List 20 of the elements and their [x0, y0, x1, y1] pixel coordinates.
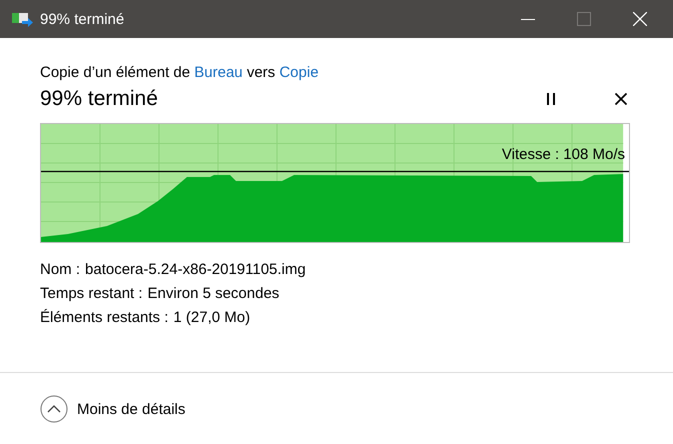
close-icon [615, 93, 627, 105]
detail-value: Environ 5 secondes [148, 285, 280, 302]
close-icon [633, 12, 647, 26]
chevron-up-icon [40, 395, 68, 423]
window-title: 99% terminé [40, 10, 126, 28]
progress-title: 99% terminé [40, 87, 159, 111]
detail-label: Nom : [40, 261, 80, 278]
copy-description: Copie d’un élément de Bureau vers Copie [40, 64, 320, 81]
source-link[interactable]: Bureau [194, 64, 243, 81]
maximize-icon [577, 12, 591, 26]
details-toggle[interactable]: Moins de détails [40, 395, 186, 423]
detail-value: batocera-5.24-x86-20191105.img [85, 261, 306, 278]
detail-value: 1 (27,0 Mo) [173, 309, 250, 326]
speed-label: Vitesse : 108 Mo/s [502, 146, 625, 163]
pause-icon [546, 93, 556, 105]
detail-label: Éléments restants : [40, 309, 168, 326]
minimize-icon [521, 18, 535, 20]
destination-link[interactable]: Copie [279, 64, 319, 81]
detail-label: Temps restant : [40, 285, 143, 302]
copy-icon [12, 11, 34, 27]
